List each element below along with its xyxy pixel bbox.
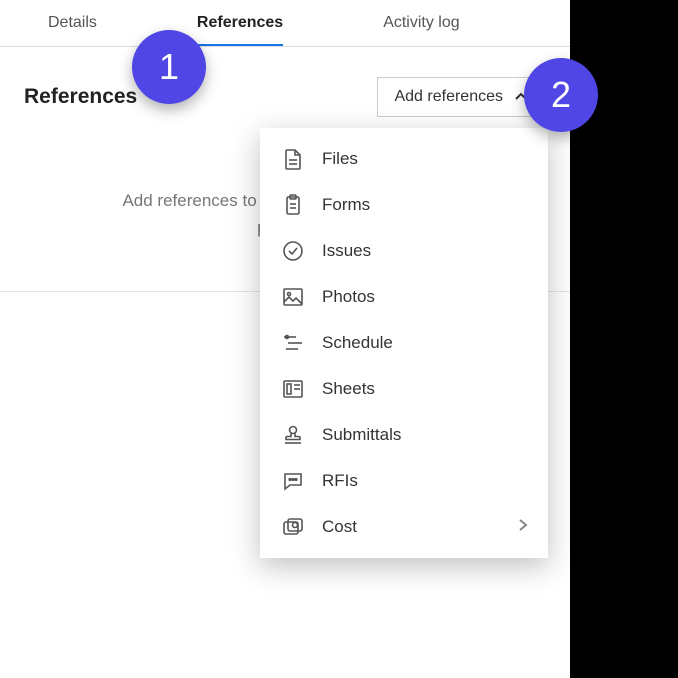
sheets-icon xyxy=(282,378,304,400)
dropdown-item-photos[interactable]: Photos xyxy=(260,274,548,320)
tab-details[interactable]: Details xyxy=(48,0,97,46)
annotation-marker-1: 1 xyxy=(132,30,206,104)
dropdown-item-label: Cost xyxy=(322,517,357,537)
dropdown-item-label: Files xyxy=(322,149,358,169)
dropdown-item-rfis[interactable]: RFIs xyxy=(260,458,548,504)
section-header: References Add references xyxy=(0,47,570,137)
image-icon xyxy=(282,286,304,308)
add-references-label: Add references xyxy=(394,88,503,106)
dropdown-item-label: Sheets xyxy=(322,379,375,399)
dropdown-item-forms[interactable]: Forms xyxy=(260,182,548,228)
add-references-button[interactable]: Add references xyxy=(377,77,546,117)
dropdown-item-sheets[interactable]: Sheets xyxy=(260,366,548,412)
dropdown-item-label: Issues xyxy=(322,241,371,261)
schedule-icon xyxy=(282,332,304,354)
dropdown-item-schedule[interactable]: Schedule xyxy=(260,320,548,366)
tab-references[interactable]: References xyxy=(197,0,283,46)
dropdown-item-label: Photos xyxy=(322,287,375,307)
dropdown-item-cost[interactable]: Cost xyxy=(260,504,548,550)
add-references-dropdown: Files Forms Issues Photos Schedule xyxy=(260,128,548,558)
check-circle-icon xyxy=(282,240,304,262)
clipboard-icon xyxy=(282,194,304,216)
tab-bar: Details References Activity log xyxy=(0,0,570,47)
dropdown-item-label: Schedule xyxy=(322,333,393,353)
dropdown-item-submittals[interactable]: Submittals xyxy=(260,412,548,458)
dropdown-item-label: RFIs xyxy=(322,471,358,491)
dropdown-item-issues[interactable]: Issues xyxy=(260,228,548,274)
chat-icon xyxy=(282,470,304,492)
dropdown-item-files[interactable]: Files xyxy=(260,136,548,182)
app-panel: Details References Activity log Referenc… xyxy=(0,0,570,678)
cost-icon xyxy=(282,516,304,538)
stamp-icon xyxy=(282,424,304,446)
annotation-marker-2: 2 xyxy=(524,58,598,132)
section-title: References xyxy=(24,85,137,109)
dropdown-item-label: Submittals xyxy=(322,425,401,445)
tab-activity-log[interactable]: Activity log xyxy=(383,0,459,46)
chevron-right-icon xyxy=(516,517,530,537)
dropdown-item-label: Forms xyxy=(322,195,370,215)
file-icon xyxy=(282,148,304,170)
